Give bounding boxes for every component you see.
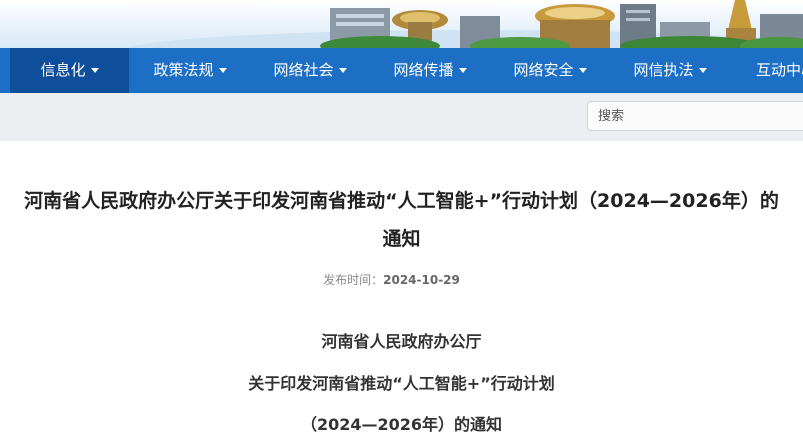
nav-item-network-society[interactable]: 网络社会 bbox=[251, 48, 369, 93]
nav-item-label: 网络安全 bbox=[513, 61, 574, 79]
nav-item-label: 网信执法 bbox=[633, 61, 694, 79]
nav-item-network-communication[interactable]: 网络传播 bbox=[371, 48, 489, 93]
caret-down-icon bbox=[90, 68, 99, 73]
caret-down-icon bbox=[458, 68, 467, 73]
publish-date: 2024-10-29 bbox=[383, 273, 460, 287]
publish-info: 发布时间：2024-10-29 bbox=[0, 271, 783, 288]
caret-down-icon bbox=[578, 68, 587, 73]
search-bar-area bbox=[0, 93, 803, 141]
nav-item-law-enforcement[interactable]: 网信执法 bbox=[611, 48, 729, 93]
search-input[interactable] bbox=[587, 101, 803, 131]
header-banner bbox=[0, 0, 803, 48]
nav-item-network-security[interactable]: 网络安全 bbox=[491, 48, 609, 93]
caret-down-icon bbox=[338, 68, 347, 73]
caret-down-icon bbox=[218, 68, 227, 73]
nav-item-label: 互动中心 bbox=[756, 61, 803, 79]
nav-item-informatization[interactable]: 信息化 bbox=[10, 48, 129, 93]
body-heading-line-1: 河南省人民政府办公厅 bbox=[321, 332, 482, 351]
nav-item-label: 信息化 bbox=[40, 61, 86, 79]
nav-item-policy-regulations[interactable]: 政策法规 bbox=[131, 48, 249, 93]
city-skyline-illustration bbox=[126, 0, 803, 48]
nav-item-label: 网络传播 bbox=[393, 61, 454, 79]
main-nav: 信息化 政策法规 网络社会 网络传播 网络安全 网信执法 互动中心 bbox=[0, 48, 803, 93]
article-title-line-2: 通知 bbox=[382, 228, 421, 250]
body-heading-line-3: （2024—2026年）的通知 bbox=[300, 415, 503, 434]
caret-down-icon bbox=[698, 68, 707, 73]
nav-item-label: 政策法规 bbox=[153, 61, 214, 79]
publish-date-label: 发布时间： bbox=[323, 273, 384, 287]
body-heading-line-2: 关于印发河南省推动“人工智能+”行动计划 bbox=[248, 374, 555, 393]
nav-item-label: 网络社会 bbox=[273, 61, 334, 79]
article-title-line-1: 河南省人民政府办公厅关于印发河南省推动“人工智能+”行动计划（2024—2026… bbox=[24, 190, 779, 212]
nav-item-interaction-center[interactable]: 互动中心 bbox=[740, 48, 803, 93]
